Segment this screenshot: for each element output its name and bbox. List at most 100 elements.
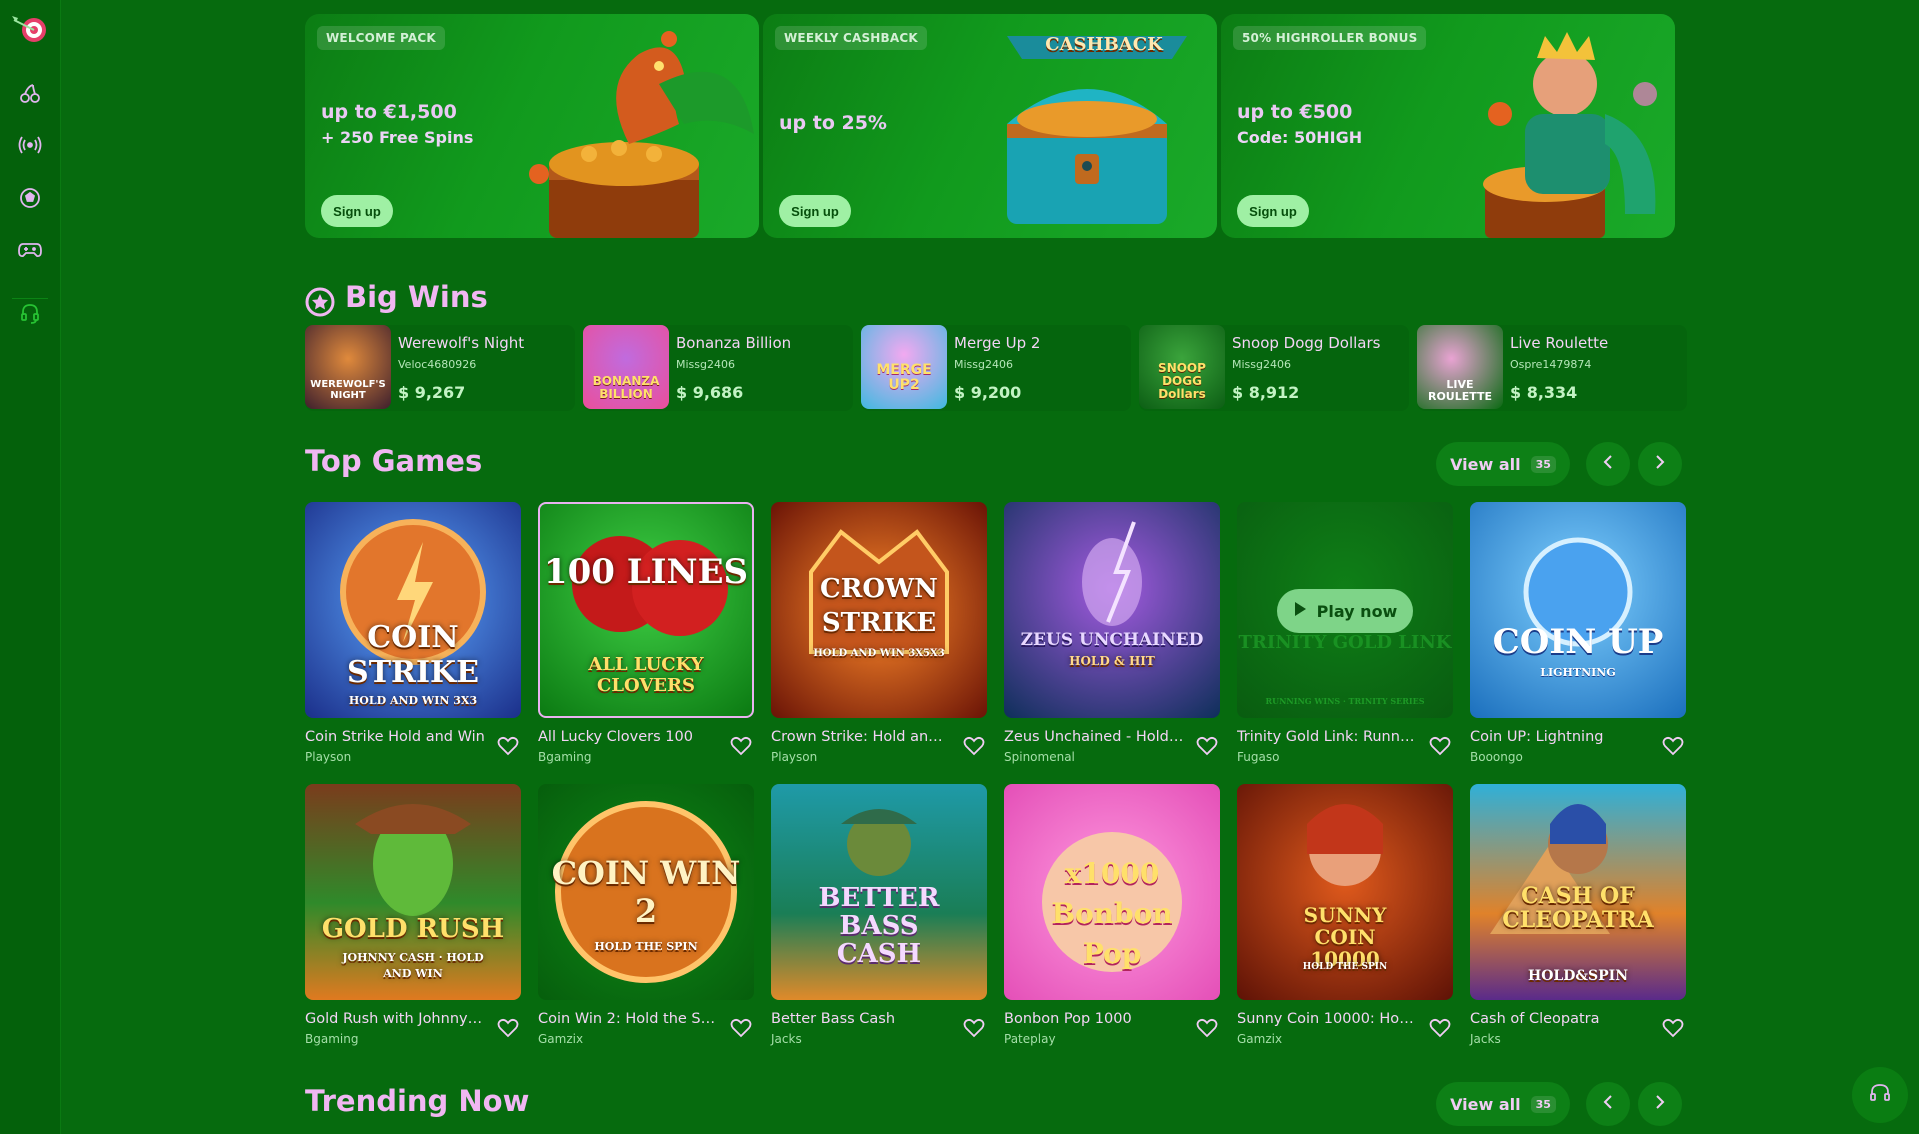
sidebar-item-support[interactable] [14, 300, 46, 332]
heart-icon[interactable] [1429, 736, 1451, 756]
game-provider: Jacks [771, 1032, 802, 1046]
dragon-treasure-illustration [509, 14, 759, 238]
view-all-button[interactable]: View all 35 [1436, 442, 1570, 486]
game-name: Trinity Gold Link: Runnin... [1237, 729, 1417, 745]
game-thumbnail: CASH OF CLEOPATRA HOLD&SPIN [1470, 784, 1686, 1000]
heart-icon[interactable] [730, 1018, 752, 1038]
thumb-text: LIVE ROULETTE [1427, 378, 1493, 403]
banner-subtitle: + 250 Free Spins [321, 128, 474, 147]
heart-icon[interactable] [1662, 1018, 1684, 1038]
heart-icon[interactable] [1429, 1018, 1451, 1038]
art-title: GOLD RUSH [321, 914, 505, 944]
next-button[interactable] [1638, 1082, 1682, 1126]
view-all-label: View all [1450, 1094, 1521, 1114]
sidebar-item-slots[interactable] [14, 79, 46, 111]
view-all-button[interactable]: View all 35 [1436, 1082, 1570, 1126]
big-wins-title: Big Wins [345, 280, 488, 314]
win-username: Missg2406 [954, 358, 1013, 371]
heart-icon[interactable] [730, 736, 752, 756]
art-subtitle: HOLD&SPIN [1527, 968, 1629, 984]
game-card[interactable]: COIN STRIKE HOLD AND WIN 3X3 Coin Strike… [305, 502, 521, 764]
game-card[interactable]: COIN WIN 2 HOLD THE SPIN Coin Win 2: Hol… [538, 784, 754, 1046]
game-card[interactable]: 100 LINES ALL LUCKY CLOVERS All Lucky Cl… [538, 502, 754, 764]
game-name: Coin Strike Hold and Win [305, 729, 485, 745]
game-card[interactable]: BETTER BASS CASH Better Bass Cash Jacks [771, 784, 987, 1046]
game-card[interactable]: TRINITY GOLD LINK RUNNING WINS · TRINITY… [1237, 502, 1453, 764]
game-provider: Booongo [1470, 750, 1523, 764]
big-win-item[interactable]: WEREWOLF'S NIGHT Werewolf's Night Veloc4… [305, 325, 575, 411]
banner-tag: WELCOME PACK [317, 26, 445, 50]
game-card[interactable]: CROWN STRIKE HOLD AND WIN 3X5X3 Crown St… [771, 502, 987, 764]
banner-amount: up to €500 [1237, 101, 1353, 123]
heart-icon[interactable] [497, 1018, 519, 1038]
game-name: Better Bass Cash [771, 1011, 896, 1027]
game-thumbnail: CROWN STRIKE HOLD AND WIN 3X5X3 [771, 502, 987, 718]
support-chat-button[interactable] [1852, 1067, 1908, 1123]
game-card[interactable]: CASH OF CLEOPATRA HOLD&SPIN Cash of Cleo… [1470, 784, 1686, 1046]
game-card[interactable]: SUNNY COIN 10000 HOLD THE SPIN Sunny Coi… [1237, 784, 1453, 1046]
win-game-name: Werewolf's Night [398, 334, 525, 352]
big-win-item[interactable]: LIVE ROULETTE Live Roulette Ospre1479874… [1417, 325, 1687, 411]
banner-tag: WEEKLY CASHBACK [775, 26, 927, 50]
game-name: Crown Strike: Hold and ... [771, 729, 951, 745]
view-all-count: 35 [1530, 1095, 1556, 1113]
chevron-left-icon [1602, 454, 1614, 474]
win-game-name: Live Roulette [1510, 334, 1609, 352]
banner-weekly-cashback[interactable]: CASHBACK WEEKLY CASHBACK up to 25% Sign … [763, 14, 1217, 238]
sidebar-item-sports[interactable] [14, 184, 46, 216]
game-card[interactable]: GOLD RUSH JOHNNY CASH · HOLD AND WIN Gol… [305, 784, 521, 1046]
heart-icon[interactable] [497, 736, 519, 756]
sidebar-item-games[interactable] [14, 236, 46, 268]
banner-highroller-bonus[interactable]: 50% HIGHROLLER BONUS up to €500 Code: 50… [1221, 14, 1675, 238]
dart-target-logo-icon[interactable] [10, 12, 50, 48]
game-provider: Gamzix [1237, 1032, 1283, 1046]
big-win-item[interactable]: MERGE UP2 Merge Up 2 Missg2406 $ 9,200 [861, 325, 1131, 411]
game-card[interactable]: x1000 Bonbon Pop Bonbon Pop 1000 Patepla… [1004, 784, 1220, 1046]
game-card[interactable]: COIN UP LIGHTNING Coin UP: Lightning Boo… [1470, 502, 1686, 764]
next-button[interactable] [1638, 442, 1682, 486]
soccer-ball-icon [19, 187, 41, 213]
art-title: SUNNY COIN 10000 [1303, 903, 1387, 971]
trending-controls: View all 35 [1436, 1082, 1682, 1126]
win-username: Veloc4680926 [398, 358, 477, 371]
play-now-button[interactable]: Play now [1277, 589, 1413, 633]
art-title: CASH OF CLEOPATRA [1502, 883, 1654, 933]
top-games-title: Top Games [305, 444, 483, 478]
game-name: All Lucky Clovers 100 [538, 729, 693, 745]
gamepad-icon [18, 241, 42, 263]
game-name: Cash of Cleopatra [1470, 1011, 1600, 1027]
game-provider: Spinomenal [1004, 750, 1075, 764]
cashback-art-text: CASHBACK [1045, 34, 1163, 55]
game-provider: Fugaso [1237, 750, 1280, 764]
banner-welcome-pack[interactable]: WELCOME PACK up to €1,500 + 250 Free Spi… [305, 14, 759, 238]
art-title: TRINITY GOLD LINK [1238, 632, 1452, 653]
art-title: x1000 Bonbon Pop [1051, 857, 1173, 970]
sign-up-button[interactable]: Sign up [779, 195, 851, 227]
heart-icon[interactable] [963, 1018, 985, 1038]
game-thumbnail: 100 LINES ALL LUCKY CLOVERS [538, 502, 754, 718]
sidebar [0, 0, 61, 1134]
art-title: COIN UP [1492, 622, 1664, 662]
sign-up-button[interactable]: Sign up [321, 195, 393, 227]
heart-icon[interactable] [1196, 1018, 1218, 1038]
heart-icon[interactable] [963, 736, 985, 756]
live-broadcast-icon [18, 135, 42, 159]
chevron-left-icon [1602, 1094, 1614, 1114]
heart-icon[interactable] [1662, 736, 1684, 756]
previous-button[interactable] [1586, 442, 1630, 486]
game-thumbnail: SUNNY COIN 10000 HOLD THE SPIN [1237, 784, 1453, 1000]
win-amount: $ 9,686 [676, 383, 744, 402]
game-thumbnail: COIN WIN 2 HOLD THE SPIN [538, 784, 754, 1000]
headset-icon [1869, 1082, 1891, 1108]
heart-icon[interactable] [1196, 736, 1218, 756]
sign-up-button[interactable]: Sign up [1237, 195, 1309, 227]
game-name: Sunny Coin 10000: Hold ... [1237, 1011, 1417, 1027]
game-name: Coin UP: Lightning [1470, 729, 1604, 745]
previous-button[interactable] [1586, 1082, 1630, 1126]
big-win-item[interactable]: BONANZA BILLION Bonanza Billion Missg240… [583, 325, 853, 411]
art-subtitle: LIGHTNING [1540, 666, 1616, 679]
sidebar-item-live[interactable] [14, 131, 46, 163]
big-wins-list: WEREWOLF'S NIGHT Werewolf's Night Veloc4… [305, 325, 1687, 411]
game-card[interactable]: ZEUS UNCHAINED HOLD & HIT Zeus Unchained… [1004, 502, 1220, 764]
big-win-item[interactable]: SNOOP DOGG Dollars Snoop Dogg Dollars Mi… [1139, 325, 1409, 411]
